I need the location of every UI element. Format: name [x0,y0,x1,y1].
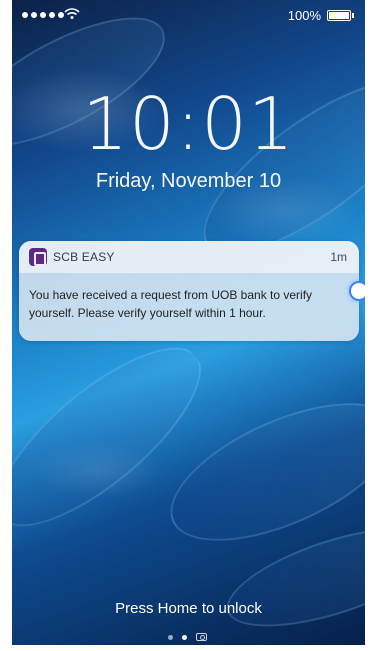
notification-card[interactable]: SCB EASY 1m You have received a request … [19,241,359,341]
page-indicator [168,633,207,641]
unlock-hint: Press Home to unlock [115,600,262,617]
battery-percentage: 100% [287,8,321,23]
notification-app-name: SCB EASY [53,250,115,264]
status-bar: 100% [12,0,365,30]
wifi-icon [64,8,80,19]
notification-header: SCB EASY 1m [19,241,359,273]
notification-message: You have received a request from UOB ban… [29,288,313,320]
notification-time: 1m [330,250,347,264]
battery-icon [327,10,354,21]
lock-screen: 100% 10:01 Friday, November 10 SCB EASY … [12,0,365,645]
scb-easy-app-icon [29,248,47,266]
notification-swipe-handle[interactable] [349,281,365,301]
lockscreen-time: 10:01 [82,82,295,166]
page-dot-active [182,634,187,640]
camera-icon [196,633,207,641]
lockscreen-date: Friday, November 10 [95,170,282,192]
page-dot [168,634,173,640]
screenshot-frame: 100% 10:01 Friday, November 10 SCB EASY … [0,0,375,651]
cellular-signal-icon [22,12,64,18]
